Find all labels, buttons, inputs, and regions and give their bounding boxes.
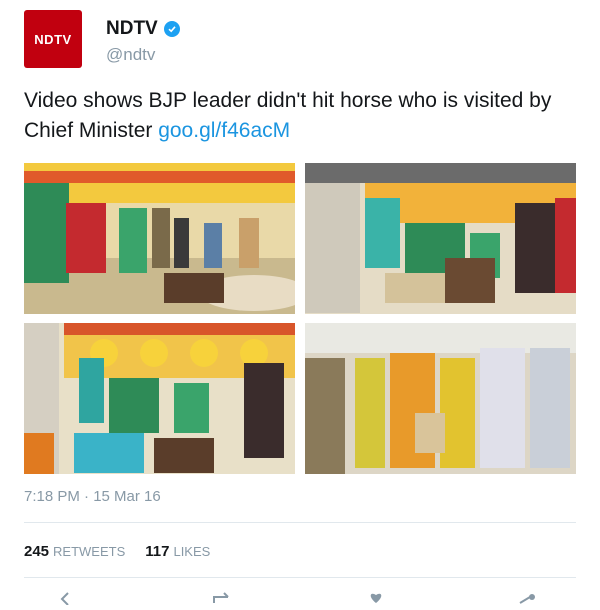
- user-names: NDTV @ndtv: [106, 18, 180, 65]
- user-handle[interactable]: @ndtv: [106, 45, 180, 65]
- share-icon[interactable]: [514, 589, 538, 605]
- like-icon[interactable]: [364, 589, 388, 605]
- reply-icon[interactable]: [60, 589, 84, 606]
- tweet-timestamp[interactable]: 7:18 PM · 15 Mar 16: [24, 488, 161, 505]
- tweet-header: NDTV NDTV @ndtv: [24, 10, 576, 70]
- avatar-logo-text: NDTV: [34, 31, 72, 47]
- photo-4[interactable]: [305, 323, 576, 474]
- avatar[interactable]: NDTV: [24, 10, 82, 68]
- tweet-actions: [24, 585, 576, 606]
- likes-stat[interactable]: 117 LIKES: [145, 543, 210, 560]
- retweets-label: RETWEETS: [53, 544, 126, 559]
- likes-count: 117: [145, 543, 170, 560]
- divider: [24, 522, 576, 523]
- photo-2[interactable]: [305, 163, 576, 314]
- verified-badge-icon: [163, 21, 180, 37]
- tweet-link[interactable]: goo.gl/f46acM: [158, 119, 290, 142]
- divider: [24, 577, 576, 578]
- tweet-stats: 245 RETWEETS 117 LIKES: [24, 543, 210, 560]
- likes-label: LIKES: [173, 544, 211, 559]
- photo-1[interactable]: [24, 163, 295, 314]
- media-grid: [24, 163, 576, 474]
- display-name[interactable]: NDTV: [106, 18, 180, 40]
- retweets-count: 245: [24, 543, 50, 560]
- photo-3[interactable]: [24, 323, 295, 474]
- tweet-text: Video shows BJP leader didn't hit horse …: [24, 86, 576, 146]
- retweet-icon[interactable]: [210, 589, 234, 605]
- display-name-text[interactable]: NDTV: [106, 18, 158, 40]
- retweets-stat[interactable]: 245 RETWEETS: [24, 543, 125, 560]
